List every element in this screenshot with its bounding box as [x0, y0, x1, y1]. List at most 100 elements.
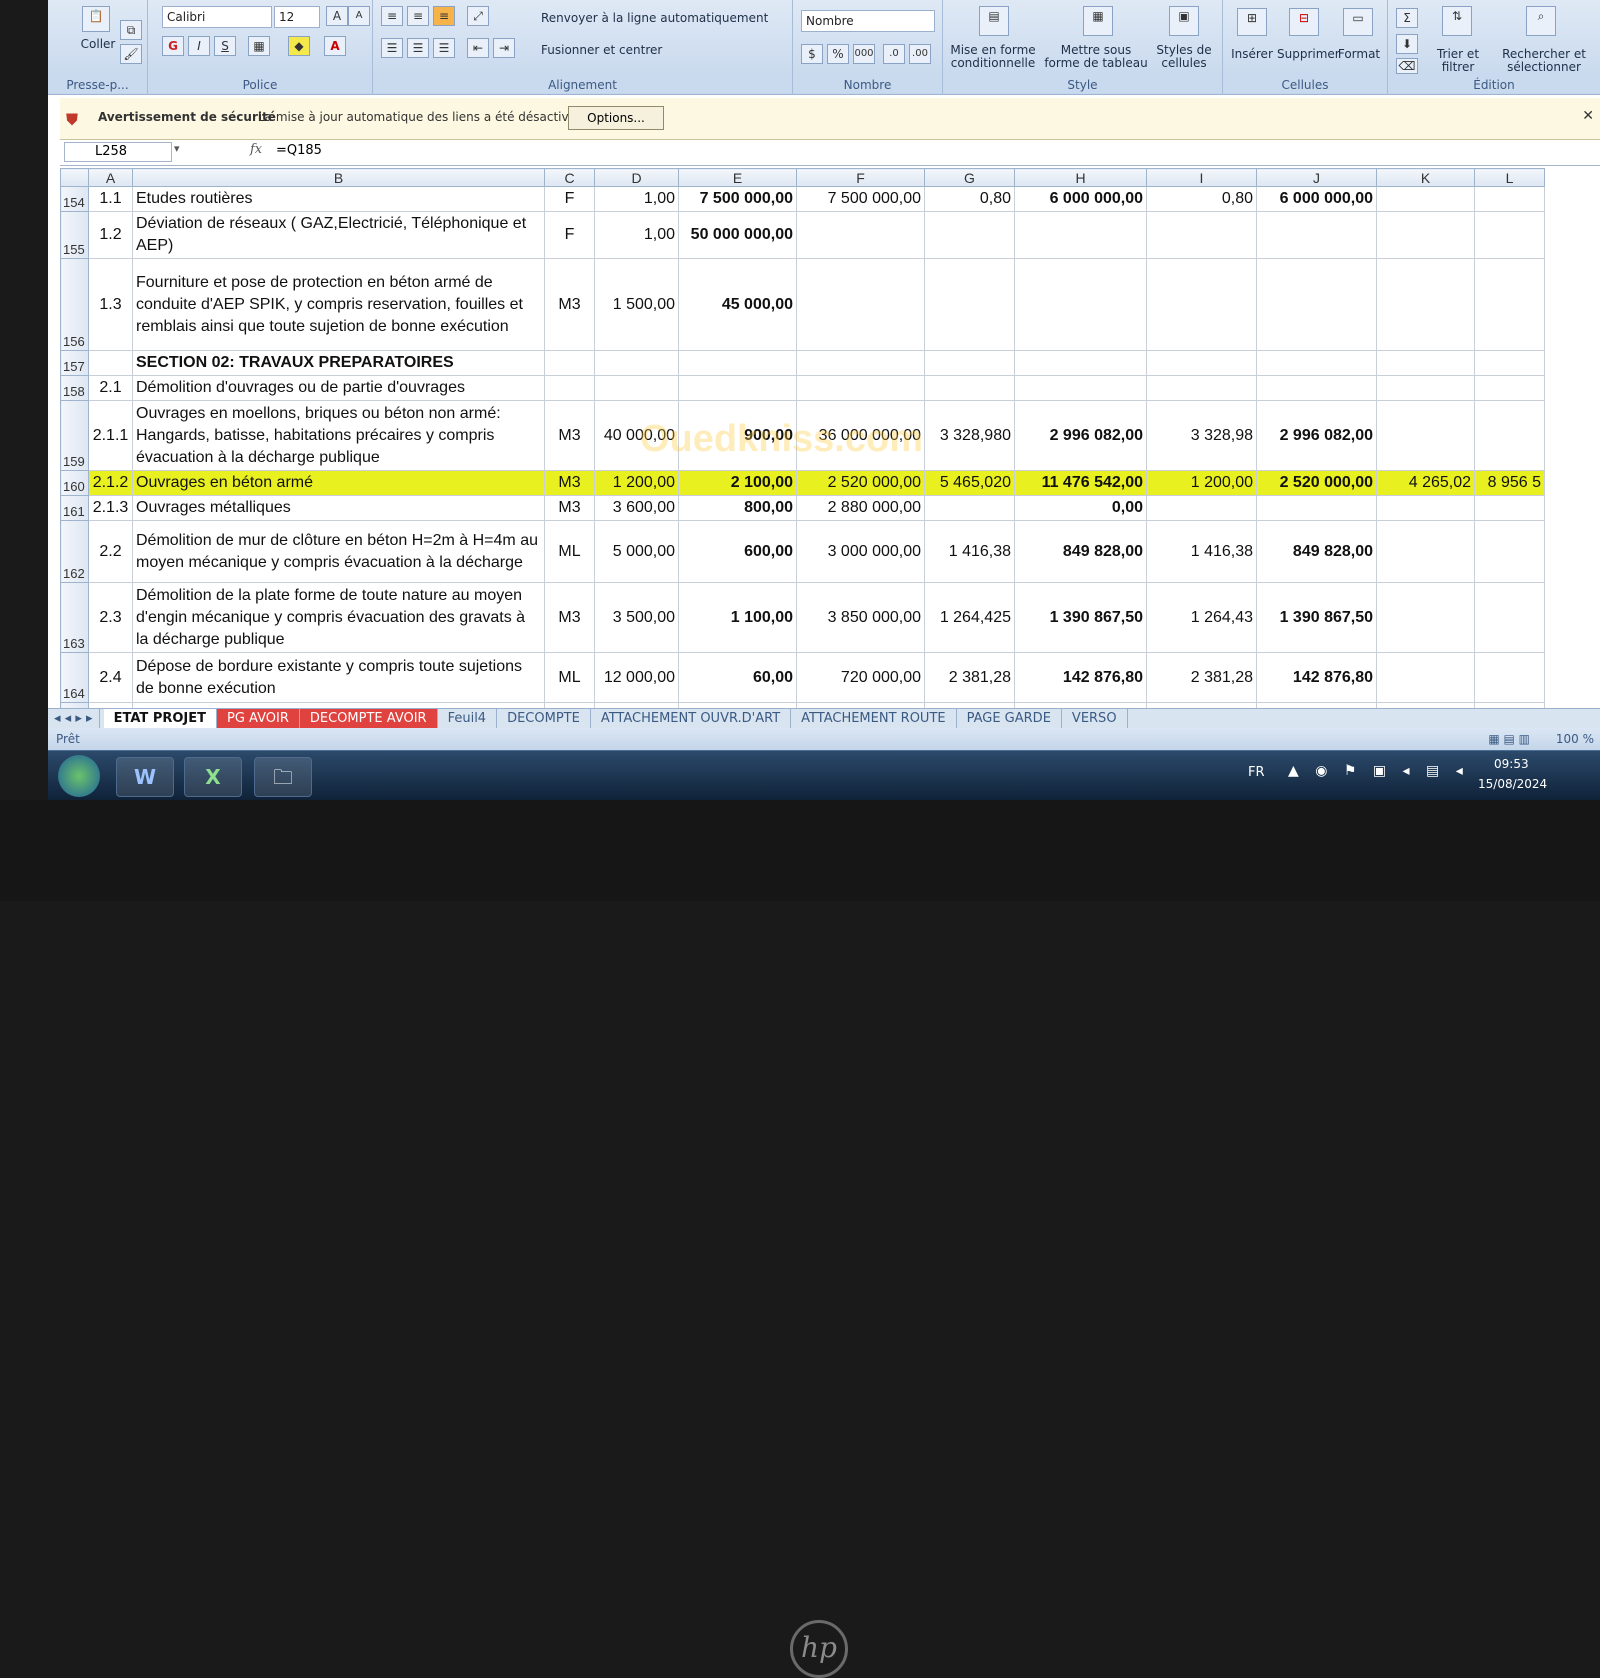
cell-c[interactable]: F — [544, 211, 595, 259]
cell-i[interactable]: 1 200,00 — [1146, 470, 1257, 496]
cell-k[interactable] — [1376, 652, 1475, 703]
row-header[interactable]: 159 — [60, 400, 89, 471]
cell-j[interactable]: 2 996 082,00 — [1256, 400, 1377, 471]
cell-styles-icon[interactable]: ▣ — [1169, 6, 1199, 36]
cell-i[interactable] — [1146, 375, 1257, 401]
format-cells-icon[interactable]: ▭ — [1343, 8, 1373, 36]
column-header-a[interactable]: A — [88, 168, 133, 187]
cell-k[interactable] — [1376, 520, 1475, 583]
cell-j[interactable]: 6 000 000,00 — [1256, 186, 1377, 212]
increase-indent-icon[interactable]: ⇥ — [493, 38, 515, 58]
cell-h[interactable]: 849 828,00 — [1014, 520, 1147, 583]
align-right-icon[interactable]: ☰ — [433, 38, 455, 58]
cell-e[interactable]: 7 500 000,00 — [678, 186, 797, 212]
cell-b[interactable]: SECTION 02: TRAVAUX PREPARATOIRES — [132, 350, 545, 376]
currency-icon[interactable]: $ — [801, 44, 823, 64]
cell-i[interactable] — [1146, 258, 1257, 351]
format-cells-button[interactable]: Format — [1335, 48, 1383, 61]
column-header-h[interactable]: H — [1014, 168, 1147, 187]
cell-a[interactable]: 2.1.2 — [88, 470, 133, 496]
delete-button[interactable]: Supprimer — [1277, 48, 1340, 61]
cell-j[interactable]: 2 520 000,00 — [1256, 470, 1377, 496]
align-left-icon[interactable]: ☰ — [381, 38, 403, 58]
cell-a[interactable]: 1.3 — [88, 258, 133, 351]
cell-l[interactable] — [1474, 400, 1545, 471]
cell-l[interactable] — [1474, 186, 1545, 212]
file-explorer-icon[interactable]: 🗀 — [254, 757, 312, 797]
find-binoculars-icon[interactable]: ⌕ — [1526, 6, 1556, 36]
cell-k[interactable]: 4 265,02 — [1376, 470, 1475, 496]
cell-l[interactable] — [1474, 258, 1545, 351]
cell-f[interactable]: 2 520 000,00 — [796, 470, 925, 496]
zoom-level[interactable]: 100 % — [1556, 728, 1594, 750]
cell-a[interactable]: 2.1.1 — [88, 400, 133, 471]
row-header[interactable]: 161 — [60, 495, 89, 521]
find-select-button[interactable]: Rechercher et sélectionner — [1490, 48, 1598, 74]
cell-l[interactable] — [1474, 350, 1545, 376]
cell-f[interactable] — [796, 211, 925, 259]
cell-d[interactable] — [594, 350, 679, 376]
cell-h[interactable]: 1 390 867,50 — [1014, 582, 1147, 653]
cell-l[interactable] — [1474, 211, 1545, 259]
cell-l[interactable] — [1474, 495, 1545, 521]
cell-g[interactable] — [924, 495, 1015, 521]
cell-l[interactable] — [1474, 520, 1545, 583]
cell-h[interactable]: 0,00 — [1014, 495, 1147, 521]
decrease-decimal-icon[interactable]: .00 — [909, 44, 931, 64]
percent-button[interactable]: % — [827, 44, 849, 64]
cell-c[interactable]: F — [544, 186, 595, 212]
cell-a[interactable]: 2.3 — [88, 582, 133, 653]
sort-filter-button[interactable]: Trier et filtrer — [1428, 48, 1488, 74]
language-indicator[interactable]: FR — [1248, 765, 1265, 780]
cell-styles-button[interactable]: Styles de cellules — [1153, 44, 1215, 70]
sheet-tab[interactable]: Feuil4 — [438, 709, 498, 728]
cell-j[interactable] — [1256, 495, 1377, 521]
cell-h[interactable]: 142 876,80 — [1014, 652, 1147, 703]
sheet-tab[interactable]: DECOMPTE — [497, 709, 591, 728]
cell-a[interactable]: 1.1 — [88, 186, 133, 212]
cell-a[interactable]: 2.4 — [88, 652, 133, 703]
align-middle-icon[interactable]: ≡ — [407, 6, 429, 26]
cell-c[interactable]: ML — [544, 652, 595, 703]
clock-date[interactable]: 15/08/2024 — [1478, 777, 1547, 791]
row-header[interactable]: 155 — [60, 211, 89, 259]
row-header[interactable]: 163 — [60, 582, 89, 653]
cell-b[interactable]: Etudes routières — [132, 186, 545, 212]
row-header[interactable]: 157 — [60, 350, 89, 376]
clock-time[interactable]: 09:53 — [1494, 757, 1529, 771]
cell-a[interactable]: 2.1 — [88, 375, 133, 401]
cell-d[interactable] — [594, 375, 679, 401]
column-header-i[interactable]: I — [1146, 168, 1257, 187]
fill-icon[interactable]: ⬇ — [1396, 34, 1418, 54]
cell-l[interactable]: 8 956 5 — [1474, 470, 1545, 496]
format-painter-icon[interactable]: 🖌 — [120, 44, 142, 64]
cell-c[interactable] — [544, 375, 595, 401]
cell-l[interactable] — [1474, 375, 1545, 401]
sheet-tab[interactable]: VERSO — [1062, 709, 1128, 728]
row-header[interactable]: 156 — [60, 258, 89, 351]
cell-f[interactable] — [796, 350, 925, 376]
cell-a[interactable] — [88, 350, 133, 376]
column-header-b[interactable]: B — [132, 168, 545, 187]
italic-button[interactable]: I — [188, 36, 210, 56]
cell-k[interactable] — [1376, 495, 1475, 521]
cell-d[interactable]: 3 600,00 — [594, 495, 679, 521]
column-header-j[interactable]: J — [1256, 168, 1377, 187]
cell-h[interactable] — [1014, 211, 1147, 259]
clear-icon[interactable]: ⌫ — [1396, 58, 1418, 74]
font-name-box[interactable]: Calibri — [162, 6, 272, 28]
align-center-icon[interactable]: ☰ — [407, 38, 429, 58]
chevron-down-icon[interactable]: ▾ — [174, 142, 180, 155]
cell-f[interactable]: 3 000 000,00 — [796, 520, 925, 583]
cell-b[interactable]: Dépose de bordure existante y compris to… — [132, 652, 545, 703]
grow-font-icon[interactable]: A — [326, 6, 348, 26]
cell-f[interactable] — [796, 375, 925, 401]
sheet-tab[interactable]: ATTACHEMENT ROUTE — [791, 709, 957, 728]
column-header-e[interactable]: E — [678, 168, 797, 187]
cell-f[interactable]: 720 000,00 — [796, 652, 925, 703]
cell-h[interactable] — [1014, 258, 1147, 351]
cell-e[interactable]: 60,00 — [678, 652, 797, 703]
cell-g[interactable]: 5 465,020 — [924, 470, 1015, 496]
cell-d[interactable]: 1 500,00 — [594, 258, 679, 351]
formula-input[interactable]: =Q185 — [276, 142, 1576, 162]
